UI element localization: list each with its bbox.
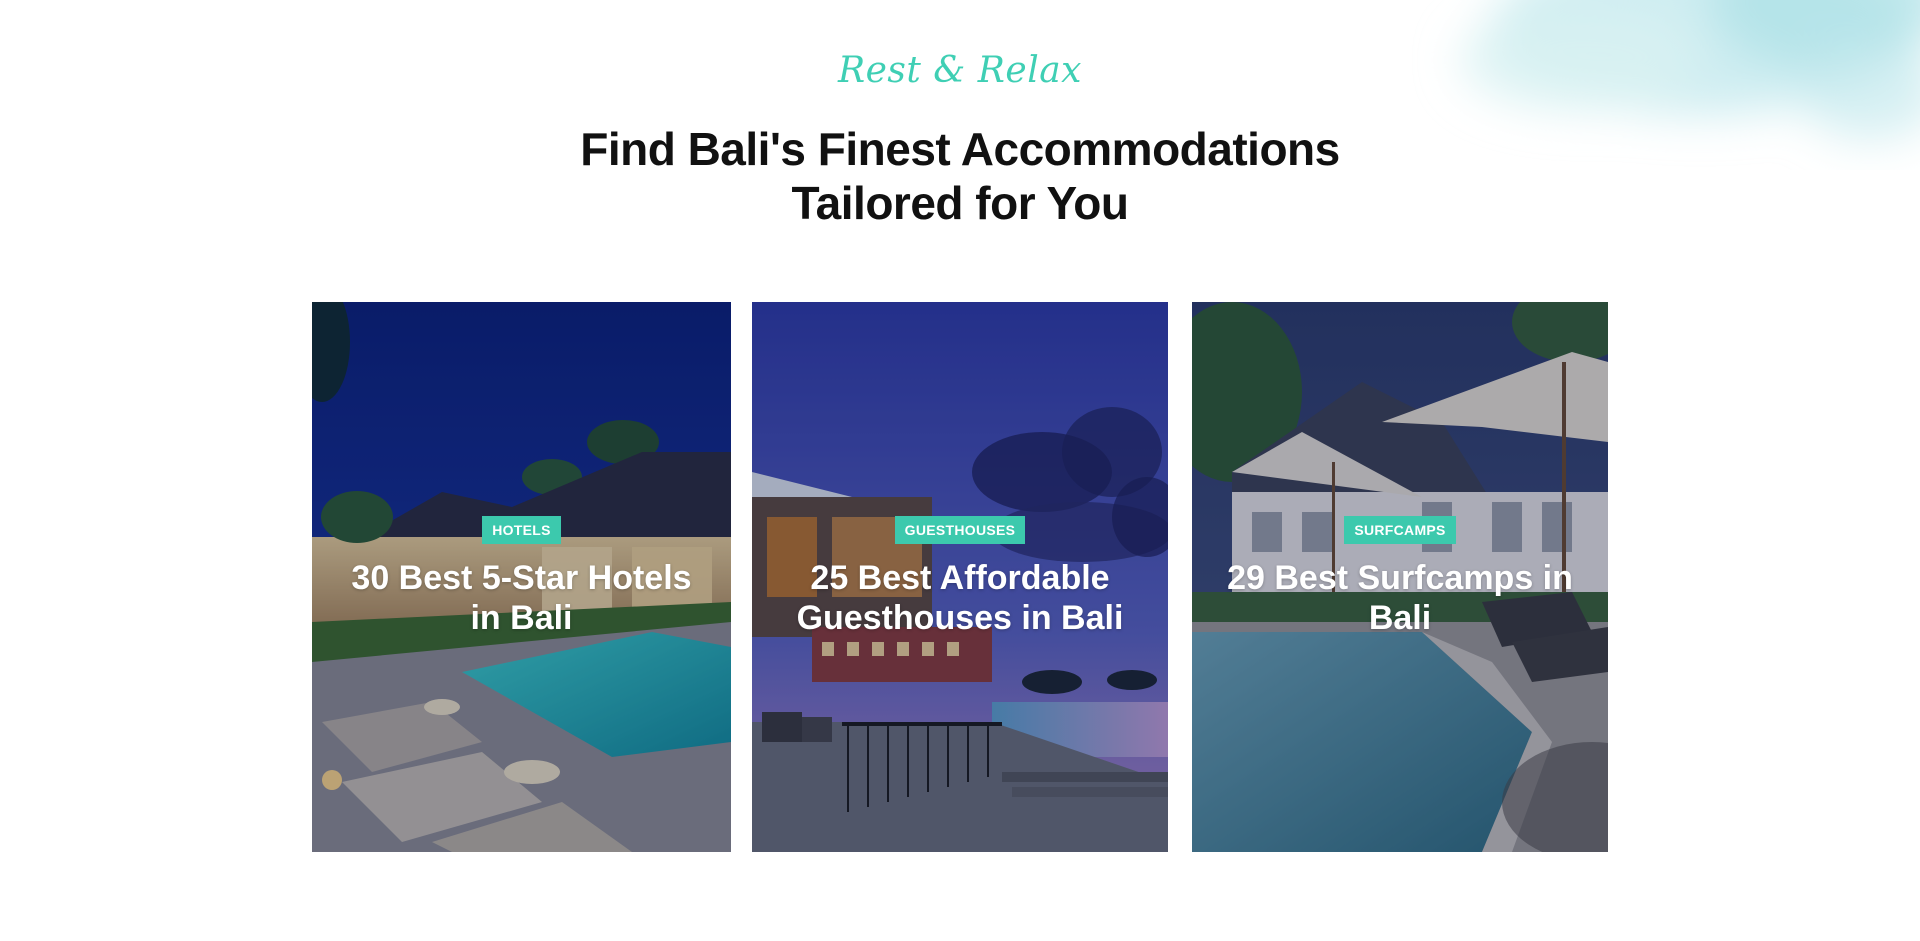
card-content: HOTELS 30 Best 5-Star Hotels in Bali [312, 516, 731, 638]
card-title[interactable]: 29 Best Surfcamps in Bali [1220, 558, 1580, 638]
section-tagline: Rest & Relax [838, 50, 1082, 91]
category-badge[interactable]: HOTELS [482, 516, 561, 544]
section-heading-line-2: Tailored for You [791, 177, 1129, 229]
card-title[interactable]: 30 Best 5-Star Hotels in Bali [342, 558, 702, 638]
card-content: GUESTHOUSES 25 Best Affordable Guesthous… [752, 516, 1168, 638]
card-hotels[interactable]: HOTELS 30 Best 5-Star Hotels in Bali [312, 302, 731, 852]
card-guesthouses[interactable]: GUESTHOUSES 25 Best Affordable Guesthous… [752, 302, 1168, 852]
card-title[interactable]: 25 Best Affordable Guesthouses in Bali [780, 558, 1140, 638]
section-heading-line-1: Find Bali's Finest Accommodations [580, 123, 1340, 175]
card-content: SURFCAMPS 29 Best Surfcamps in Bali [1192, 516, 1608, 638]
accommodations-section: Rest & Relax Find Bali's Finest Accommod… [0, 0, 1920, 941]
category-badge[interactable]: GUESTHOUSES [894, 516, 1026, 544]
category-badge[interactable]: SURFCAMPS [1344, 516, 1456, 544]
category-cards: HOTELS 30 Best 5-Star Hotels in Bali GUE… [312, 302, 1608, 852]
section-heading: Find Bali's Finest Accommodations Tailor… [460, 122, 1460, 230]
card-surfcamps[interactable]: SURFCAMPS 29 Best Surfcamps in Bali [1192, 302, 1608, 852]
